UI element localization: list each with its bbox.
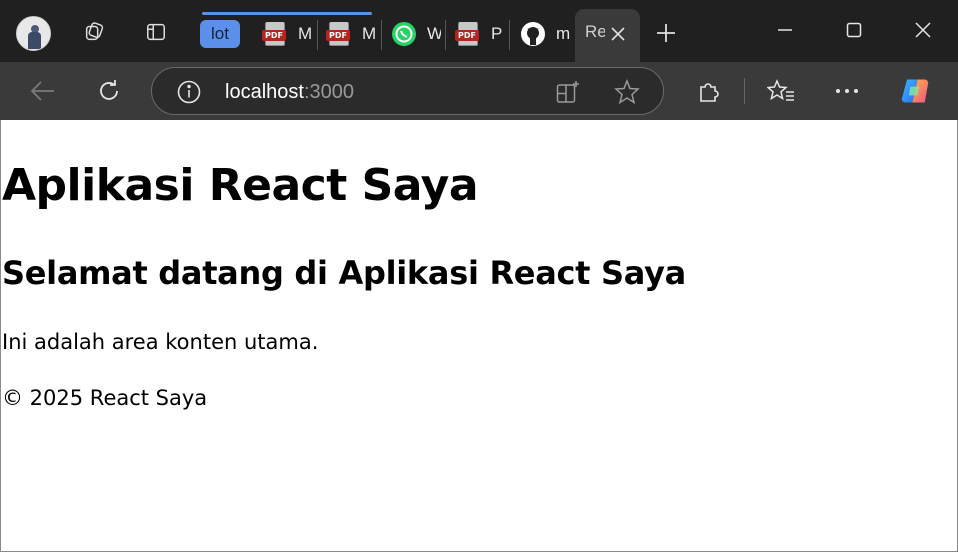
favorite-star-icon[interactable] <box>614 79 640 105</box>
github-icon <box>520 21 546 47</box>
address-bar[interactable]: localhost:3000 <box>151 67 664 115</box>
copilot-icon[interactable] <box>900 76 930 106</box>
tab-whatsapp[interactable]: W <box>391 14 441 54</box>
back-icon[interactable] <box>28 76 58 106</box>
tab-active-react[interactable]: Re <box>575 9 640 62</box>
whatsapp-icon <box>391 21 417 47</box>
tab-separator <box>509 20 510 50</box>
pdf-icon: PDF <box>455 22 481 46</box>
vertical-tabs-icon[interactable] <box>142 18 170 46</box>
profile-avatar[interactable] <box>16 16 51 51</box>
tab-pdf-1[interactable]: PDF M <box>262 14 314 54</box>
tab-pdf-3[interactable]: PDF P <box>455 14 505 54</box>
favorites-icon[interactable] <box>766 76 796 106</box>
avatar-body <box>28 32 41 49</box>
tab-title: W <box>427 24 441 43</box>
split-screen-icon[interactable] <box>555 80 581 106</box>
workspaces-icon[interactable] <box>80 18 108 46</box>
new-tab-icon[interactable] <box>652 19 680 47</box>
reload-icon[interactable] <box>94 76 124 106</box>
tab-title: Re <box>585 22 605 41</box>
page-viewport: Aplikasi React Saya Selamat datang di Ap… <box>0 120 958 552</box>
url-port: :3000 <box>303 81 354 103</box>
pdf-icon: PDF <box>262 22 288 46</box>
close-window-icon[interactable] <box>900 12 946 48</box>
main-content-text: Ini adalah area konten utama. <box>2 330 319 354</box>
url-host: localhost <box>225 81 304 103</box>
maximize-icon[interactable] <box>831 12 877 48</box>
tab-separator <box>317 20 318 50</box>
tab-strip: lot PDF M PDF M W PDF P m Re <box>0 0 958 62</box>
footer-text: © 2025 React Saya <box>2 386 208 410</box>
browser-toolbar: localhost:3000 <box>0 62 958 120</box>
toolbar-divider <box>744 78 745 104</box>
page-subtitle: Selamat datang di Aplikasi React Saya <box>2 254 686 292</box>
pdf-icon: PDF <box>326 22 352 46</box>
tab-group-label[interactable]: lot <box>200 20 240 48</box>
tab-title: M <box>362 24 377 43</box>
tab-title: P <box>491 24 503 43</box>
tab-github[interactable]: m <box>520 14 572 54</box>
site-info-icon[interactable] <box>176 79 202 105</box>
url-text[interactable]: localhost:3000 <box>225 79 354 105</box>
close-tab-icon[interactable] <box>607 23 629 45</box>
more-options-icon[interactable] <box>832 76 862 106</box>
tab-title: M <box>298 24 313 43</box>
extensions-icon[interactable] <box>694 76 724 106</box>
tab-separator <box>445 20 446 50</box>
minimize-icon[interactable] <box>762 12 808 48</box>
tab-separator <box>381 20 382 50</box>
page-title: Aplikasi React Saya <box>2 160 479 211</box>
tab-title: m <box>556 24 571 43</box>
tab-pdf-2[interactable]: PDF M <box>326 14 378 54</box>
